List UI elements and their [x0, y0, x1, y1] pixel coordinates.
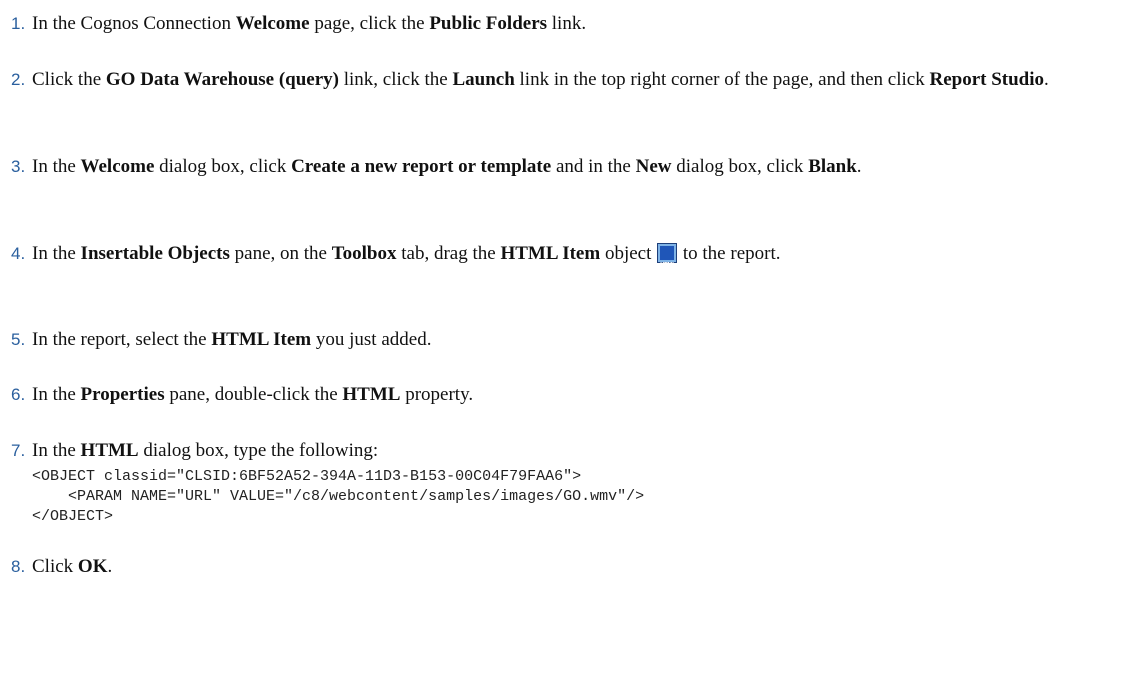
step-text-run: you just added.: [311, 329, 432, 350]
step-text-run: .: [107, 556, 113, 577]
step-text-run: .: [856, 156, 862, 177]
step-text: In the Properties pane, double-click the…: [32, 379, 1140, 411]
step-text-run: property.: [400, 384, 474, 405]
step-text: In the Insertable Objects pane, on the T…: [32, 238, 1140, 281]
html-item-icon: [658, 244, 677, 281]
bold-term: Launch: [452, 69, 515, 90]
bold-term: New: [635, 156, 672, 177]
step-text-run: object: [600, 243, 657, 264]
bold-term: Properties: [80, 384, 165, 405]
step-text-run: and in the: [551, 156, 636, 177]
step-5: 5. In the report, select the HTML Item y…: [0, 326, 1140, 366]
step-text-run: link, click the: [339, 69, 453, 90]
step-4: 4. In the Insertable Objects pane, on th…: [0, 240, 1140, 310]
step-number: 2.: [11, 70, 26, 89]
step-text-run: Click: [32, 556, 78, 577]
step-text: In the Cognos Connection Welcome page, c…: [32, 8, 1140, 40]
step-text-run: link in the top right corner of the page…: [514, 69, 930, 90]
step-number: 7.: [11, 441, 26, 460]
step-text-run: .: [1044, 69, 1049, 90]
step-text-run: In the: [32, 243, 81, 264]
code-line: <OBJECT classid="CLSID:6BF52A52-394A-11D…: [32, 468, 582, 485]
step-text-run: pane, double-click the: [164, 384, 343, 405]
step-text-run: Click the: [32, 69, 106, 90]
step-text-run: pane, on the: [229, 243, 332, 264]
step-number: 6.: [11, 385, 26, 404]
step-1: 1. In the Cognos Connection Welcome page…: [0, 10, 1140, 50]
step-text-run: page, click the: [309, 13, 430, 34]
step-text-run: link.: [547, 13, 587, 34]
step-number: 1.: [11, 14, 26, 33]
step-text: Click the GO Data Warehouse (query) link…: [32, 64, 1140, 96]
step-number: 3.: [11, 157, 26, 176]
step-text: In the report, select the HTML Item you …: [32, 324, 1140, 356]
code-line: </OBJECT>: [32, 508, 114, 525]
step-text-run: dialog box, click: [154, 156, 292, 177]
bold-term: Report Studio: [929, 69, 1045, 90]
bold-term: HTML Item: [500, 243, 601, 264]
step-text-run: dialog box, type the following:: [138, 440, 379, 461]
step-text-run: In the report, select the: [32, 329, 212, 350]
step-text-run: to the report.: [678, 243, 781, 264]
code-line: <PARAM NAME="URL" VALUE="/c8/webcontent/…: [32, 488, 645, 505]
bold-term: Insertable Objects: [80, 243, 230, 264]
code-block: <OBJECT classid="CLSID:6BF52A52-394A-11D…: [32, 467, 644, 527]
step-3: 3. In the Welcome dialog box, click Crea…: [0, 153, 1140, 223]
step-text-run: In the: [32, 440, 81, 461]
bold-term: Public Folders: [429, 13, 548, 34]
bold-term: HTML Item: [211, 329, 312, 350]
step-6: 6. In the Properties pane, double-click …: [0, 381, 1140, 421]
step-text-run: dialog box, click: [671, 156, 809, 177]
bold-term: Blank: [808, 156, 857, 177]
bold-term: Toolbox: [331, 243, 397, 264]
step-text-run: In the Cognos Connection: [32, 13, 236, 34]
step-text-run: In the: [32, 156, 81, 177]
bold-term: OK: [77, 556, 108, 577]
step-2: 2. Click the GO Data Warehouse (query) l…: [0, 66, 1140, 136]
step-8: 8. Click OK.: [0, 553, 1140, 593]
step-number: 8.: [11, 557, 26, 576]
bold-term: Welcome: [235, 13, 310, 34]
bold-term: Create a new report or template: [291, 156, 552, 177]
step-text: In the HTML dialog box, type the followi…: [32, 435, 1140, 467]
bold-term: HTML: [342, 384, 401, 405]
step-7: 7. In the HTML dialog box, type the foll…: [0, 437, 1140, 537]
step-text-run: In the: [32, 384, 81, 405]
step-text: In the Welcome dialog box, click Create …: [32, 151, 1140, 183]
bold-term: HTML: [80, 440, 139, 461]
bold-term: Welcome: [80, 156, 155, 177]
step-number: 5.: [11, 330, 26, 349]
step-text: Click OK.: [32, 551, 1140, 583]
bold-term: GO Data Warehouse (query): [105, 69, 339, 90]
step-text-run: tab, drag the: [396, 243, 501, 264]
step-number: 4.: [11, 244, 26, 263]
